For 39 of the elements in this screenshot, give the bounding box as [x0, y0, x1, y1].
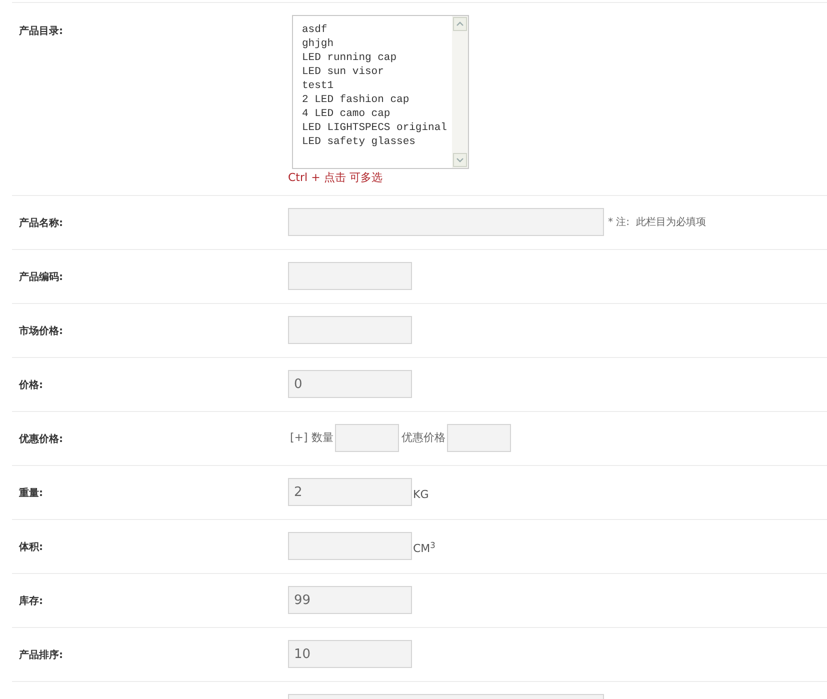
- category-listbox[interactable]: asdf ghjgh LED running cap LED sun visor test1 2 LED fashion cap 4 LED camo cap LED LIGHTSPECS original LED safety glasses: [292, 15, 469, 169]
- field-label: 库存:: [19, 596, 43, 607]
- multi-select-hint: Ctrl + 点击 可多选: [288, 170, 384, 186]
- field-label: 产品名称:: [19, 218, 63, 229]
- required-note: * 注: 此栏目为必填项: [608, 216, 706, 230]
- input-field[interactable]: [447, 424, 512, 452]
- field-label: 体积:: [19, 542, 43, 553]
- input-field[interactable]: [288, 262, 412, 290]
- list-option[interactable]: LED LIGHTSPECS original: [302, 121, 452, 135]
- unit-label: KG: [413, 486, 429, 503]
- list-option[interactable]: ghjgh: [302, 37, 452, 51]
- field-label: [+] 数量: [290, 430, 334, 446]
- list-option[interactable]: test1: [302, 79, 452, 93]
- field-label: 产品排序:: [19, 650, 63, 661]
- list-option[interactable]: LED running cap: [302, 51, 452, 65]
- input-field[interactable]: 0: [288, 370, 412, 398]
- input-field[interactable]: [335, 424, 400, 452]
- input-field[interactable]: [288, 316, 412, 344]
- unit-label: CM$^{3}$: [413, 540, 436, 557]
- list-option[interactable]: LED safety glasses: [302, 135, 452, 149]
- field-label: 优惠价格: [401, 430, 446, 446]
- field-label: 重量:: [19, 488, 43, 499]
- field-label: 价格:: [19, 380, 43, 391]
- scrollbar[interactable]: [452, 16, 468, 168]
- input-field[interactable]: 99: [288, 586, 412, 614]
- scroll-up-icon[interactable]: [453, 17, 467, 31]
- field-label: 产品目录:: [19, 26, 63, 37]
- input-field[interactable]: [288, 208, 604, 236]
- field-label: 优惠价格:: [19, 434, 63, 445]
- input-field[interactable]: 2: [288, 478, 412, 506]
- input-field[interactable]: [288, 532, 412, 560]
- list-option[interactable]: asdf: [302, 23, 452, 37]
- field-label: 产品编码:: [19, 272, 63, 283]
- input-field[interactable]: 10: [288, 640, 412, 668]
- list-option[interactable]: 4 LED camo cap: [302, 107, 452, 121]
- list-option[interactable]: LED sun visor: [302, 65, 452, 79]
- scroll-down-icon[interactable]: [453, 153, 467, 167]
- field-label: 市场价格:: [19, 326, 63, 337]
- list-option[interactable]: 2 LED fashion cap: [302, 93, 452, 107]
